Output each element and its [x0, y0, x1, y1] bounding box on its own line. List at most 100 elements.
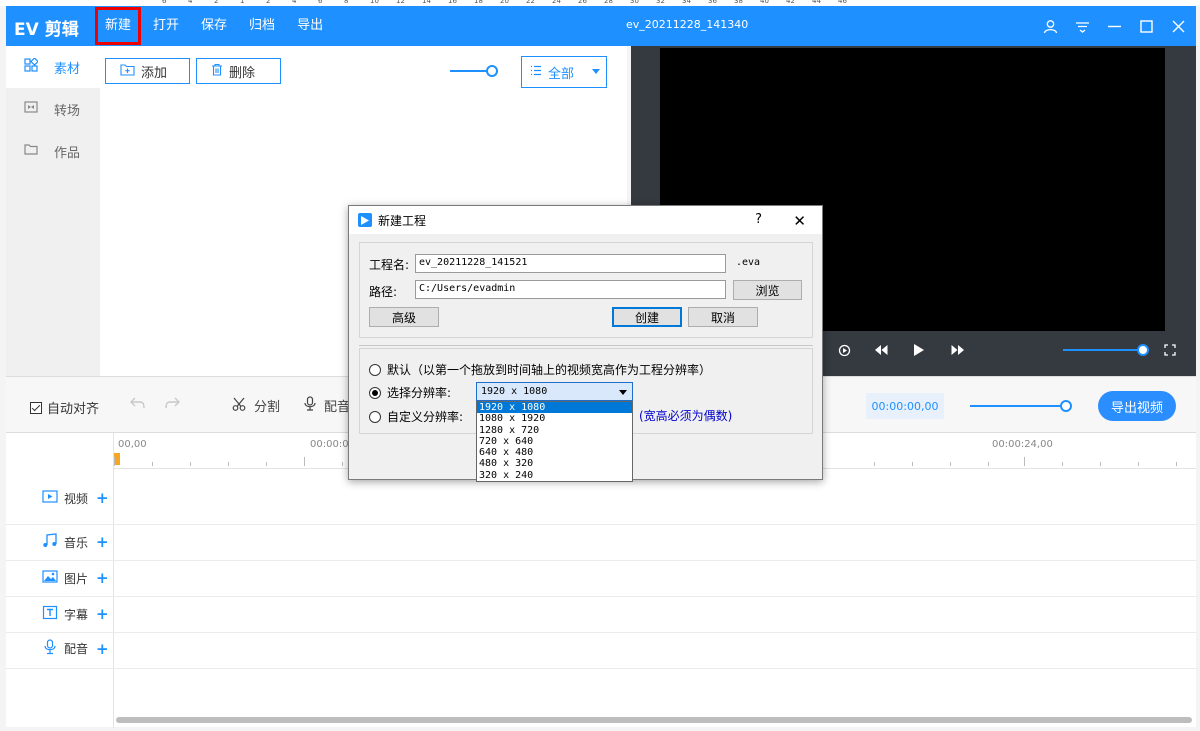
chevron-down-icon [592, 69, 600, 74]
redo-icon [164, 396, 180, 414]
ruler-mark: 28 [604, 0, 613, 5]
ruler-mark: 8 [344, 0, 349, 5]
filter-select[interactable]: 全部 [521, 56, 607, 88]
timeline-scrollbar[interactable] [116, 717, 1192, 723]
main-menu: 新建 打开 保存 归档 导出 [94, 6, 334, 46]
tick-label: 00,00 [118, 439, 147, 450]
slider-knob[interactable] [1137, 344, 1149, 356]
track-image: 图片 + [6, 561, 1196, 597]
minimize-icon[interactable] [1106, 18, 1122, 34]
resolution-option[interactable]: 1080 x 1920 [477, 413, 632, 424]
resolution-select[interactable]: 1920 x 1080 [476, 382, 633, 401]
trash-icon [211, 63, 223, 80]
thumbnail-size-slider[interactable] [450, 65, 498, 77]
slider-knob[interactable] [486, 65, 498, 77]
maximize-icon[interactable] [1138, 18, 1154, 34]
volume-slider[interactable] [1063, 344, 1149, 356]
track-music: 音乐 + [6, 525, 1196, 561]
fullscreen-icon[interactable] [1162, 342, 1178, 358]
settings-menu-icon[interactable] [1074, 18, 1090, 34]
delete-button[interactable]: 删除 [196, 58, 281, 84]
play-icon[interactable] [911, 342, 927, 358]
resolution-option[interactable]: 320 x 240 [477, 470, 632, 481]
radio-icon [369, 363, 381, 376]
close-icon[interactable] [1170, 18, 1186, 34]
track-dubbing: 配音 + [6, 633, 1196, 669]
dialog-title: 新建工程 [378, 213, 427, 228]
ruler-mark: 34 [682, 0, 691, 5]
help-button[interactable]: ? [755, 212, 762, 227]
redo-button[interactable] [164, 396, 180, 414]
tick [266, 462, 267, 466]
track-label-video: 视频 + [42, 489, 109, 507]
rewind-icon[interactable] [873, 342, 889, 358]
menu-open[interactable]: 打开 [142, 6, 190, 46]
create-button[interactable]: 创建 [612, 307, 682, 327]
radio-custom-resolution[interactable]: 自定义分辨率: [369, 408, 463, 425]
fast-forward-icon[interactable] [949, 342, 965, 358]
chevron-down-icon [619, 390, 627, 395]
add-button[interactable]: 添加 [105, 58, 190, 84]
menu-new[interactable]: 新建 [94, 6, 142, 46]
add-image-track-button[interactable]: + [96, 569, 109, 587]
ruler-mark: 10 [370, 0, 379, 5]
track-label-subtitle: 字幕 + [42, 605, 109, 623]
menu-archive[interactable]: 归档 [238, 6, 286, 46]
tick [190, 462, 191, 466]
radio-select-resolution[interactable]: 选择分辨率: [369, 384, 451, 401]
menu-save[interactable]: 保存 [190, 6, 238, 46]
undo-button[interactable] [130, 396, 146, 414]
user-icon[interactable] [1042, 18, 1058, 34]
dub-button[interactable]: 配音 [304, 396, 350, 415]
tick [1062, 462, 1063, 466]
browse-button[interactable]: 浏览 [733, 280, 802, 300]
auto-align-checkbox[interactable]: 自动对齐 [30, 398, 99, 417]
resolution-option[interactable]: 640 x 480 [477, 447, 632, 458]
cancel-button[interactable]: 取消 [688, 307, 758, 327]
checkbox-icon [30, 401, 42, 414]
auto-align-label: 自动对齐 [47, 402, 100, 417]
add-video-track-button[interactable]: + [96, 489, 109, 507]
add-dubbing-track-button[interactable]: + [96, 640, 109, 658]
advanced-button[interactable]: 高级 [369, 307, 439, 327]
add-subtitle-track-button[interactable]: + [96, 605, 109, 623]
resolution-option[interactable]: 1920 x 1080 [477, 402, 632, 414]
dialog-title-bar: 新建工程 [349, 206, 822, 234]
ruler-mark: 20 [500, 0, 509, 5]
app-logo: EV 剪辑 [14, 20, 79, 40]
resolution-option[interactable]: 1280 x 720 [477, 425, 632, 436]
slider-knob[interactable] [1060, 400, 1072, 412]
image-icon [42, 570, 58, 586]
track-subtitle: 字幕 + [6, 597, 1196, 633]
export-video-button[interactable]: 导出视频 [1098, 391, 1176, 421]
split-label: 分割 [254, 400, 281, 415]
ruler-mark: 1 [240, 0, 245, 5]
split-button[interactable]: 分割 [232, 396, 280, 415]
ruler-mark: 6 [318, 0, 323, 5]
add-music-track-button[interactable]: + [96, 533, 109, 551]
sidebar-item-label: 素材 [54, 61, 81, 77]
sidebar-item-transition[interactable]: 转场 [6, 88, 100, 130]
ruler-mark: 44 [812, 0, 821, 5]
ruler-mark: 36 [708, 0, 717, 5]
sidebar-item-material[interactable]: 素材 [6, 46, 100, 88]
project-name-input[interactable]: ev_20211228_141521 [415, 254, 726, 273]
sidebar-item-works[interactable]: 作品 [6, 130, 100, 172]
resolution-option[interactable]: 480 x 320 [477, 458, 632, 469]
ruler-mark: 6 [162, 0, 167, 5]
even-size-hint: (宽高必须为偶数) [639, 409, 733, 423]
radio-icon [369, 386, 381, 399]
timeline-zoom-slider[interactable] [970, 400, 1072, 412]
timecode-display: 00:00:00,00 [866, 393, 944, 419]
resolution-option[interactable]: 720 x 640 [477, 436, 632, 447]
path-input[interactable]: C:/Users/evadmin [415, 280, 726, 299]
ruler-mark: 2 [266, 0, 271, 5]
dialog-close-button[interactable]: ✕ [793, 212, 806, 230]
tick [342, 462, 343, 466]
delete-label: 删除 [229, 65, 256, 81]
menu-export[interactable]: 导出 [286, 6, 334, 46]
track-name: 图片 [64, 571, 89, 586]
radio-default-resolution[interactable]: 默认（以第一个拖放到时间轴上的视频宽高作为工程分辨率） [369, 361, 711, 378]
replay-icon[interactable] [836, 342, 852, 358]
track-name: 视频 [64, 491, 89, 506]
